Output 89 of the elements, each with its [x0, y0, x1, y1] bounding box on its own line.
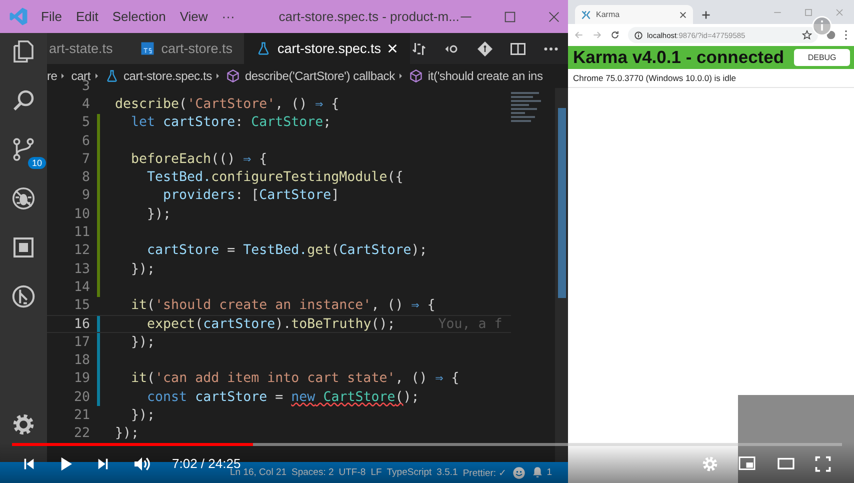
info-icon [634, 30, 643, 40]
code-line: expect(cartStore).toBeTruthy(); [146, 316, 396, 332]
code-line: }); [146, 206, 172, 222]
karma-logo-icon [581, 10, 591, 20]
line-number: 12 [72, 243, 90, 258]
line-number: 20 [72, 390, 90, 405]
git-icon[interactable] [476, 40, 494, 58]
chevron-icon [94, 72, 100, 80]
cube-icon [408, 69, 423, 83]
editor-tab[interactable]: cart-store.spec.ts [244, 33, 410, 64]
tab-title[interactable]: Karma [596, 10, 620, 19]
status-item[interactable]: 3.5.1 [436, 467, 458, 478]
reload-icon[interactable] [610, 30, 620, 40]
progress-bar[interactable] [12, 443, 842, 446]
profile-icon[interactable] [826, 30, 836, 40]
blame-hint: You, a f [438, 316, 502, 332]
status-item[interactable]: TypeScript [386, 467, 432, 478]
star-icon[interactable] [802, 30, 812, 40]
code-line: }); [130, 334, 156, 350]
kebab-menu-icon[interactable] [844, 30, 848, 40]
window-title: cart-store.spec.ts - product-m... [278, 9, 460, 24]
flask-icon [256, 41, 272, 56]
line-number: 8 [80, 170, 90, 186]
count-badge: 10 [28, 157, 46, 169]
vscode-logo-icon [9, 7, 28, 26]
fullscreen-icon[interactable] [814, 454, 832, 472]
line-number: 6 [80, 134, 90, 149]
ts-file-icon [140, 41, 156, 56]
next-icon[interactable] [96, 456, 110, 470]
browser-status: Chrome 75.0.3770 (Windows 10.0.0) is idle [568, 69, 854, 88]
line-number: 14 [72, 280, 90, 295]
line-number: 11 [72, 225, 90, 240]
menu-item[interactable]: ··· [222, 9, 235, 24]
code-line: }); [115, 426, 140, 442]
line-number: 21 [72, 408, 90, 423]
code-line: TestBed.configureTestingModule({ [146, 170, 404, 186]
new-tab-icon[interactable] [701, 10, 711, 20]
banner-title: Karma v4.0.1 - connected [573, 47, 784, 68]
editor-tab[interactable]: cart-store.ts [128, 33, 244, 64]
code-line: beforeEach(() ⇒ { [130, 152, 268, 167]
line-number: 7 [80, 152, 90, 167]
code-line: cartStore = TestBed.get(CartStore); [146, 243, 428, 258]
line-number: 10 [72, 206, 90, 222]
code-line: it('can add item into cart state', () ⇒ { [130, 371, 460, 386]
code-line: it('should create an instance', () ⇒ { [130, 298, 436, 314]
code-line: }); [130, 262, 156, 277]
menu-item[interactable]: File [41, 9, 62, 24]
previous-icon[interactable] [22, 456, 36, 470]
code-line: }); [130, 408, 156, 423]
debug-button[interactable]: DEBUG [794, 49, 850, 66]
menu-item[interactable]: Selection [112, 9, 166, 24]
line-number: 18 [72, 353, 90, 368]
bell-icon[interactable] [530, 466, 544, 479]
status-item[interactable]: Ln 16, Col 21 [230, 467, 287, 478]
status-item[interactable]: Spaces: 2 [292, 467, 334, 478]
chevron-icon [216, 72, 222, 80]
miniplayer-icon[interactable] [736, 454, 758, 472]
maximize-icon[interactable] [503, 10, 518, 24]
line-number: 4 [80, 96, 90, 112]
cube-icon [226, 69, 240, 83]
line-number: 22 [72, 426, 90, 442]
editor-tab[interactable]: art-state.ts [47, 33, 128, 64]
line-number: 17 [72, 334, 90, 350]
line-number: 5 [80, 115, 90, 130]
status-item[interactable]: Prettier: ✓ [462, 466, 507, 478]
code-line: const cartStore = new CartStore(); [146, 390, 420, 405]
menu-item[interactable]: Edit [76, 9, 98, 24]
browser-tab[interactable]: Karma [575, 5, 693, 24]
close-icon[interactable] [679, 10, 687, 18]
menu-item[interactable]: View [180, 9, 208, 24]
breadcrumb[interactable]: re [47, 69, 58, 83]
breadcrumb[interactable]: cart-store.spec.ts [104, 69, 212, 83]
bug-icon[interactable] [10, 185, 37, 212]
smiley-icon[interactable] [512, 466, 526, 480]
breadcrumb[interactable]: it('should create an ins [408, 69, 543, 83]
breadcrumb[interactable]: describe('CartStore') callback [226, 69, 395, 83]
chevron-icon [398, 72, 405, 80]
code-line: describe('CartStore', () ⇒ { [115, 96, 340, 112]
flask-icon [104, 69, 118, 83]
code-line: let cartStore: CartStore; [130, 115, 332, 130]
notification-count[interactable]: 1 [546, 467, 552, 478]
status-item[interactable]: LF [370, 467, 382, 478]
line-number: 16 [72, 316, 90, 332]
line-number: 19 [72, 371, 90, 386]
line-number: 9 [80, 188, 90, 204]
line-number: 15 [72, 298, 90, 314]
line-number: 13 [72, 262, 90, 277]
code-line: providers: [CartStore] [162, 188, 340, 204]
status-item[interactable]: UTF-8 [338, 467, 366, 478]
